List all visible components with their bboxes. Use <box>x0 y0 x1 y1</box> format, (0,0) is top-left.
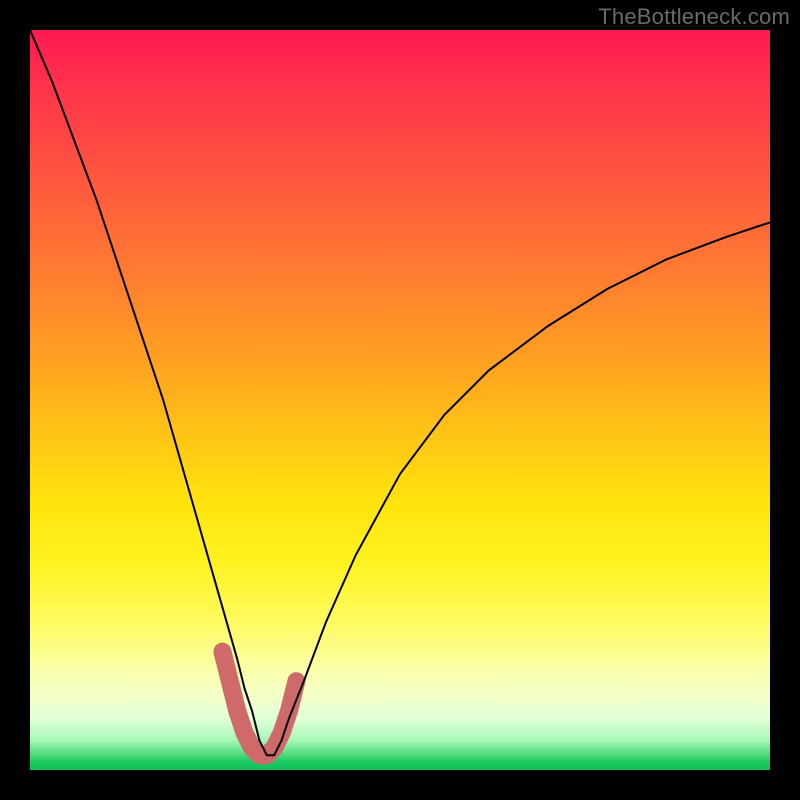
plot-area <box>30 30 770 770</box>
curve-svg <box>30 30 770 770</box>
chart-frame: TheBottleneck.com <box>0 0 800 800</box>
bottleneck-curve <box>30 30 770 755</box>
watermark-text: TheBottleneck.com <box>598 4 790 30</box>
